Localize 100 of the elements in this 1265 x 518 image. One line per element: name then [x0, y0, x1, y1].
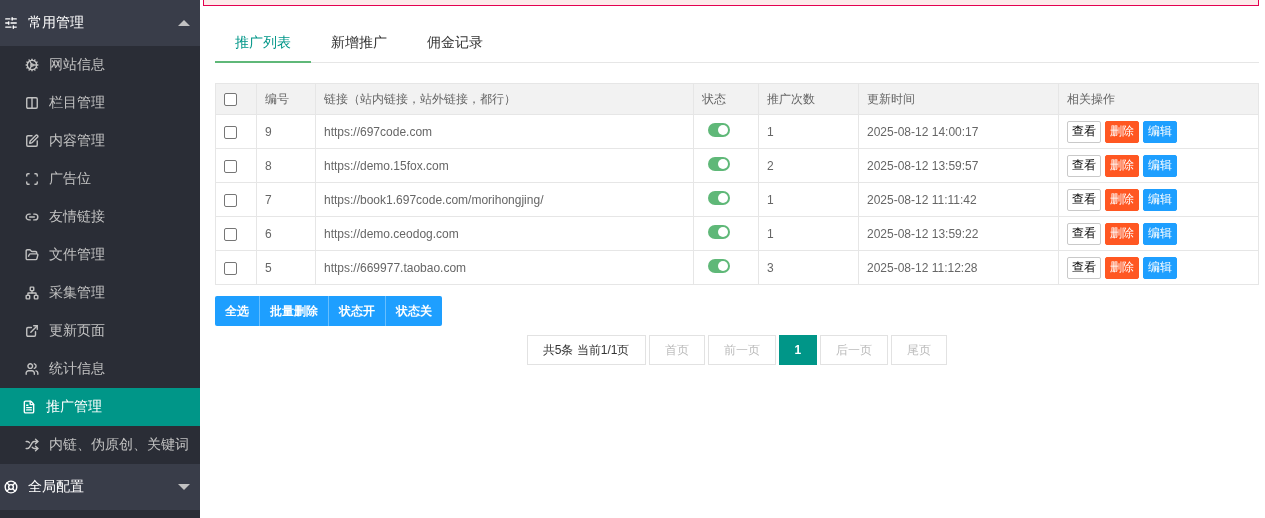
- table-cell: 2025-08-12 11:11:42: [858, 182, 1059, 217]
- column-header: 推广次数: [758, 83, 859, 115]
- action-button[interactable]: 编辑: [1143, 222, 1177, 245]
- table-cell: https://demo.ceodog.com: [315, 216, 694, 251]
- bulk-action-button[interactable]: 状态关: [386, 296, 442, 326]
- action-button[interactable]: 编辑: [1143, 188, 1177, 211]
- checkbox[interactable]: [224, 227, 237, 241]
- columns-icon: [25, 96, 39, 110]
- table-cell: 3: [758, 250, 859, 285]
- toggle-switch[interactable]: [708, 123, 730, 137]
- sidebar-item[interactable]: 栏目管理: [0, 84, 200, 122]
- column-header: 相关操作: [1058, 83, 1259, 115]
- table-cell: 2025-08-12 13:59:22: [858, 216, 1059, 251]
- tab[interactable]: 佣金记录: [407, 22, 503, 63]
- users-icon: [25, 362, 39, 376]
- table-cell: 2025-08-12 13:59:57: [858, 148, 1059, 183]
- checkbox[interactable]: [224, 125, 237, 139]
- edit-icon: [25, 134, 39, 148]
- action-button[interactable]: 查看: [1067, 154, 1101, 177]
- caret-icon: [178, 483, 190, 491]
- sliders-icon: [4, 16, 18, 30]
- sidebar-item[interactable]: 内链、伪原创、关键词: [0, 426, 200, 464]
- table-cell: 1: [758, 182, 859, 217]
- sidebar-item[interactable]: 采集管理: [0, 274, 200, 312]
- table-cell: https://demo.15fox.com: [315, 148, 694, 183]
- action-button[interactable]: 删除: [1105, 154, 1139, 177]
- column-header: 状态: [693, 83, 759, 115]
- bulk-action-button[interactable]: 批量删除: [260, 296, 329, 326]
- sidebar-item[interactable]: 文件管理: [0, 236, 200, 274]
- page-button[interactable]: 1: [778, 335, 818, 365]
- tab[interactable]: 推广列表: [215, 22, 311, 63]
- item-label: 栏目管理: [49, 94, 105, 112]
- sidebar-item[interactable]: 内容管理: [0, 122, 200, 160]
- item-label: 推广管理: [46, 398, 102, 416]
- action-button[interactable]: 查看: [1067, 188, 1101, 211]
- item-label: 文件管理: [49, 246, 105, 264]
- action-button[interactable]: 查看: [1067, 120, 1101, 143]
- frame-icon: [25, 172, 39, 186]
- sidebar-item[interactable]: 统计信息: [0, 350, 200, 388]
- shuffle-icon: [25, 438, 39, 452]
- caret-icon: [178, 19, 190, 27]
- bulk-action-button[interactable]: 状态开: [329, 296, 386, 326]
- sidebar-item[interactable]: 网站信息: [0, 46, 200, 84]
- folder-icon: [25, 248, 39, 262]
- group-title: 常用管理: [28, 14, 85, 32]
- sidebar-item[interactable]: 更新页面: [0, 312, 200, 350]
- action-button[interactable]: 编辑: [1143, 256, 1177, 279]
- checkbox[interactable]: [224, 261, 237, 275]
- action-button[interactable]: 查看: [1067, 222, 1101, 245]
- sidebar-item[interactable]: 推广管理: [0, 388, 200, 426]
- document-icon: [22, 400, 36, 414]
- column-header: 编号: [256, 83, 316, 115]
- item-label: 网站信息: [49, 56, 105, 74]
- toggle-switch[interactable]: [708, 157, 730, 171]
- column-header: 链接（站内链接，站外链接，都行）: [315, 83, 694, 115]
- action-button[interactable]: 删除: [1105, 120, 1139, 143]
- table-cell: 6: [256, 216, 316, 251]
- action-button[interactable]: 编辑: [1143, 120, 1177, 143]
- table-cell: 1: [758, 216, 859, 251]
- page-info: 共5条 当前1/1页: [526, 335, 646, 365]
- toggle-switch[interactable]: [708, 225, 730, 239]
- item-label: 友情链接: [49, 208, 105, 226]
- item-label: 统计信息: [49, 360, 105, 378]
- item-label: 内链、伪原创、关键词: [49, 436, 189, 454]
- action-button[interactable]: 删除: [1105, 256, 1139, 279]
- toggle-switch[interactable]: [708, 259, 730, 273]
- sidebar-group-header[interactable]: 全局配置: [0, 464, 200, 510]
- lifebuoy-icon: [4, 480, 18, 494]
- tab[interactable]: 新增推广: [311, 22, 407, 63]
- item-label: 采集管理: [49, 284, 105, 302]
- table-cell: https://669977.taobao.com: [315, 250, 694, 285]
- table-cell: 7: [256, 182, 316, 217]
- action-button[interactable]: 查看: [1067, 256, 1101, 279]
- action-button[interactable]: 删除: [1105, 188, 1139, 211]
- link-icon: [25, 210, 39, 224]
- item-label: 内容管理: [49, 132, 105, 150]
- group-title: 全局配置: [28, 478, 85, 496]
- table-cell: https://697code.com: [315, 114, 694, 149]
- action-button[interactable]: 删除: [1105, 222, 1139, 245]
- table-cell: 5: [256, 250, 316, 285]
- table-cell: 8: [256, 148, 316, 183]
- external-link-icon: [25, 324, 39, 338]
- checkbox[interactable]: [224, 193, 237, 207]
- item-label: 更新页面: [49, 322, 105, 340]
- table-cell: https://book1.697code.com/morihongjing/: [315, 182, 694, 217]
- table-cell: 2025-08-12 14:00:17: [858, 114, 1059, 149]
- column-header: 更新时间: [858, 83, 1059, 115]
- sidebar-item[interactable]: 广告位: [0, 160, 200, 198]
- toggle-switch[interactable]: [708, 191, 730, 205]
- gear-icon: [25, 58, 39, 72]
- sidebar-item[interactable]: 友情链接: [0, 198, 200, 236]
- checkbox[interactable]: [224, 159, 237, 173]
- table-cell: 2025-08-12 11:12:28: [858, 250, 1059, 285]
- sitemap-icon: [25, 286, 39, 300]
- item-label: 广告位: [49, 170, 91, 188]
- table-cell: 9: [256, 114, 316, 149]
- sidebar-group-header[interactable]: 常用管理: [0, 0, 200, 46]
- checkbox[interactable]: [224, 93, 237, 107]
- action-button[interactable]: 编辑: [1143, 154, 1177, 177]
- bulk-action-button[interactable]: 全选: [215, 296, 260, 326]
